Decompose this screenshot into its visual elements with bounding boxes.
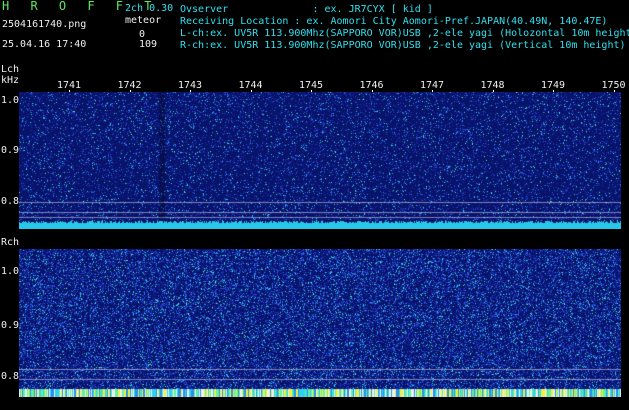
filename: 2504161740.png: [2, 19, 87, 30]
location-info: Receiving Location : ex. Aomori City Aom…: [180, 16, 608, 27]
meteor-label: meteor: [125, 15, 162, 26]
freq-tick-label: 1.0: [1, 95, 20, 106]
lch-unit: kHz: [1, 75, 20, 86]
rch-info: R-ch:ex. UV5R 113.900Mhz(SAPPORO VOR)USB…: [180, 40, 626, 51]
freq-tick-label: 0.9: [1, 320, 20, 331]
lch-info: L-ch:ex. UV5R 113.900Mhz(SAPPORO VOR)USB…: [180, 28, 629, 39]
datetime: 25.04.16 17:40: [2, 39, 87, 50]
mode-label: 2ch 0.30: [125, 3, 174, 14]
rch-label: Rch: [1, 237, 20, 248]
rch-waterfall: [19, 249, 621, 397]
freq-tick-label: 0.8: [1, 196, 20, 207]
lch-label: Lch: [1, 64, 20, 75]
meteor-count-rch: 109: [139, 39, 158, 50]
freq-tick-label: 1.0: [1, 266, 20, 277]
lch-waterfall: [19, 92, 621, 229]
freq-tick-label: 0.8: [1, 371, 20, 382]
freq-tick-label: 0.9: [1, 145, 20, 156]
observer-info: Ovserver : ex. JR7CYX [ kid ]: [180, 4, 433, 15]
